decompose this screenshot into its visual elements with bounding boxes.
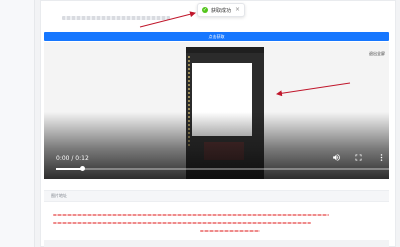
fetch-button[interactable]: 点击获取 xyxy=(44,32,389,41)
left-gutter xyxy=(0,0,34,247)
toast-message: 获取成功 xyxy=(211,7,232,14)
success-toast: ✓ 获取成功 × xyxy=(197,3,245,17)
image-section-header xyxy=(44,190,389,202)
exit-fullscreen-link[interactable]: 退出全屏 xyxy=(369,51,385,57)
time-display: 0:00 / 0:12 xyxy=(56,155,89,162)
image-url-line-3[interactable] xyxy=(200,230,260,232)
image-url-line-2[interactable] xyxy=(53,222,311,224)
close-icon[interactable]: × xyxy=(235,6,240,14)
source-url-text xyxy=(62,16,170,20)
more-icon[interactable] xyxy=(376,152,387,163)
video-frame-topbar xyxy=(186,47,264,53)
image-url-line-1[interactable] xyxy=(53,214,329,216)
progress-fill xyxy=(56,168,83,170)
bottom-bar xyxy=(44,240,389,247)
image-section-label: 图片地址 xyxy=(51,193,67,198)
left-border xyxy=(34,0,35,247)
fullscreen-icon[interactable] xyxy=(353,152,364,163)
volume-icon[interactable] xyxy=(331,152,342,163)
check-circle-icon: ✓ xyxy=(202,7,208,13)
page: ✓ 获取成功 × 点击获取 退出全屏 0:00 / 0:12 图片地址 xyxy=(0,0,400,247)
progress-track[interactable] xyxy=(56,168,389,170)
